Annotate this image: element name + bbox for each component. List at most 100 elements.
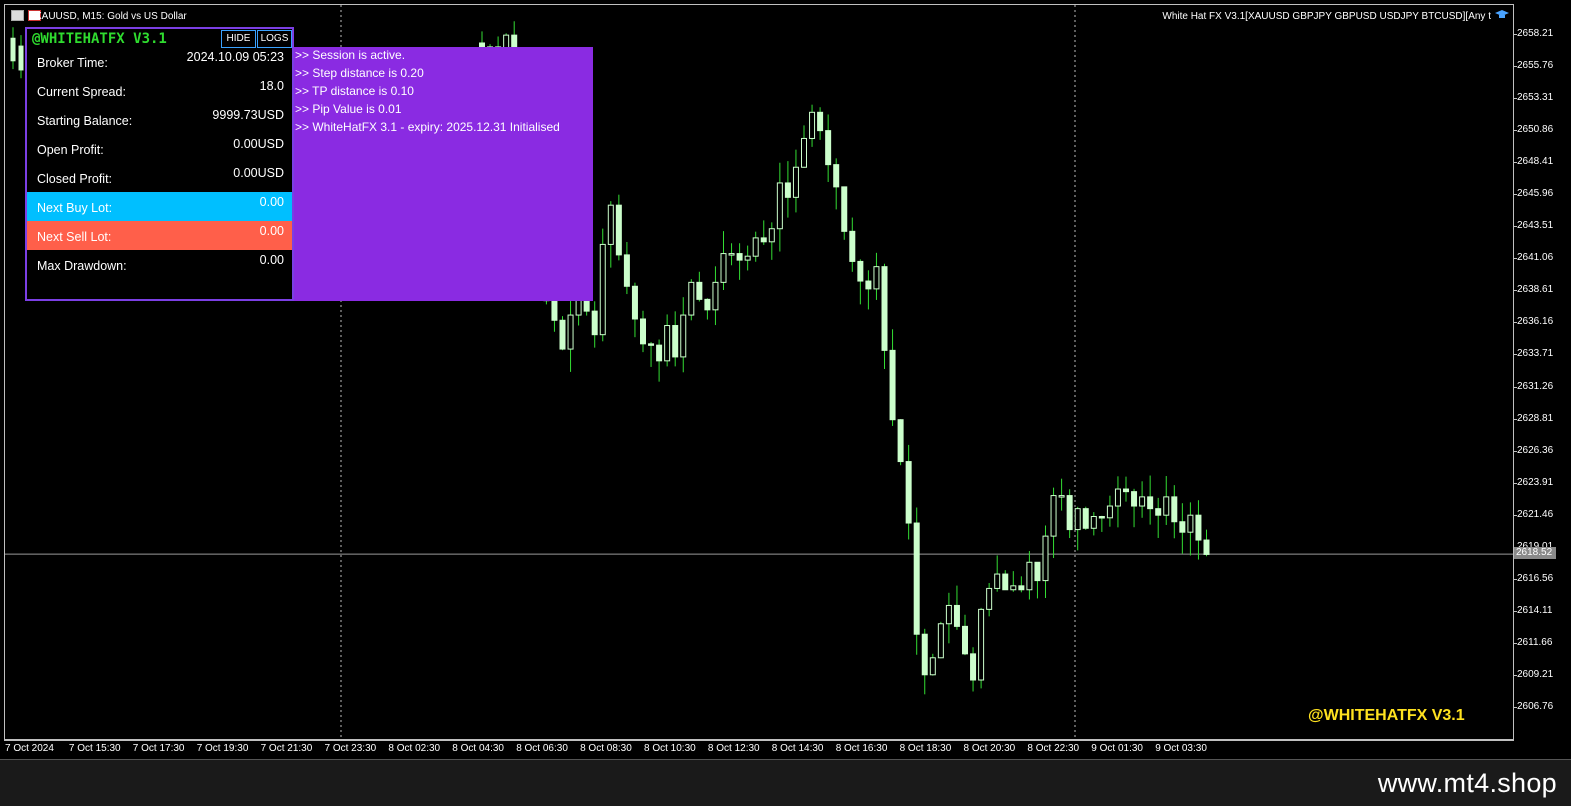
broker-time-value: 2024.10.09 05:23: [186, 50, 284, 64]
next-sell-lot-label: Next Sell Lot:: [37, 230, 112, 244]
candle-body: [712, 281, 719, 311]
open-profit-value: 0.00USD: [233, 137, 284, 151]
candle-body: [688, 281, 695, 316]
price-tick-label: 2631.26: [1517, 380, 1554, 392]
candle-body: [752, 237, 759, 257]
candle-body: [591, 310, 598, 336]
candle-body: [1090, 515, 1097, 529]
time-tick-label: 8 Oct 10:30: [644, 743, 696, 754]
candle-body: [1058, 495, 1065, 498]
candle-body: [640, 318, 646, 345]
price-tick-label: 2636.16: [1517, 316, 1554, 328]
candle-body: [889, 349, 896, 421]
candle-body: [929, 657, 936, 676]
candle-body: [607, 204, 614, 245]
price-tick-label: 2653.31: [1517, 92, 1554, 104]
time-tick-label: 8 Oct 18:30: [899, 743, 952, 754]
price-tick-label: 2643.51: [1517, 220, 1554, 232]
time-tick-label: 8 Oct 22:30: [1027, 743, 1080, 754]
footer-site-url[interactable]: www.mt4.shop: [1378, 768, 1557, 799]
candle-body: [1123, 488, 1129, 493]
log-line: >> TP distance is 0.10: [295, 84, 414, 98]
next-sell-lot-value: 0.00: [259, 224, 284, 238]
starting-balance-label: Starting Balance:: [37, 114, 133, 128]
time-tick-label: 8 Oct 20:30: [963, 743, 1016, 754]
candle-body: [672, 325, 679, 358]
candle-body: [720, 253, 727, 283]
candle-body: [801, 137, 807, 168]
candle-body: [1131, 491, 1138, 507]
time-tick-label: 9 Oct 03:30: [1155, 743, 1207, 754]
candle-body: [1098, 515, 1105, 519]
starting-balance-row: Starting Balance: 9999.73USD: [27, 105, 292, 134]
candle-body: [1147, 496, 1154, 510]
candle-body: [599, 243, 606, 336]
candle-body: [953, 604, 960, 627]
price-tick-label: 2648.41: [1517, 156, 1554, 168]
hide-button[interactable]: HIDE: [221, 30, 256, 48]
candle-body: [10, 37, 16, 62]
candle-body: [1179, 521, 1186, 533]
time-tick-label: 8 Oct 16:30: [835, 743, 888, 754]
candle-body: [648, 343, 655, 346]
candle-body: [664, 325, 671, 362]
candle-body: [1042, 535, 1049, 582]
candle-body: [680, 314, 687, 358]
candle-body: [696, 281, 703, 300]
candle-body: [768, 228, 775, 243]
candle-body: [825, 130, 832, 166]
time-tick-label: 7 Oct 19:30: [196, 743, 249, 754]
next-buy-lot-row: Next Buy Lot: 0.00: [27, 192, 292, 221]
candle-body: [1018, 585, 1025, 591]
time-tick-label: 8 Oct 06:30: [516, 743, 568, 754]
candle-body: [849, 230, 856, 262]
candle-body: [978, 608, 985, 681]
max-drawdown-row: Max Drawdown: 0.00: [27, 250, 292, 279]
max-drawdown-value: 0.00: [259, 253, 284, 267]
candle-body: [1010, 585, 1017, 591]
candle-body: [1002, 573, 1009, 591]
next-buy-lot-value: 0.00: [259, 195, 284, 209]
candle-body: [1187, 514, 1194, 533]
open-profit-row: Open Profit: 0.00USD: [27, 134, 292, 163]
price-axis[interactable]: 2658.21 2655.76 2653.31 2650.86 2648.41 2645.…: [1514, 4, 1571, 740]
log-line: >> Session is active.: [295, 48, 406, 62]
candle-body: [1050, 495, 1057, 537]
logs-button[interactable]: LOGS: [257, 30, 292, 48]
candle-body: [744, 255, 751, 261]
candle-body: [736, 253, 743, 261]
price-tick-label: 2616.56: [1517, 572, 1554, 584]
candle-body: [1026, 561, 1033, 591]
log-line: >> Step distance is 0.20: [295, 66, 424, 80]
candle-body: [841, 186, 848, 232]
current-spread-row: Current Spread: 18.0: [27, 76, 292, 105]
candle-body: [615, 204, 622, 256]
candle-body: [704, 298, 711, 311]
log-line: >> WhiteHatFX 3.1 - expiry: 2025.12.31 I…: [295, 120, 560, 134]
price-tick-label: 2638.61: [1517, 284, 1554, 296]
current-spread-value: 18.0: [259, 79, 284, 93]
candle-body: [551, 300, 558, 321]
candle-body: [559, 319, 566, 350]
watermark-brand: @WHITEHATFX V3.1: [1308, 707, 1465, 724]
candle-body: [1082, 508, 1089, 529]
candle-body: [962, 625, 968, 655]
graduation-cap-icon[interactable]: [1495, 9, 1509, 21]
menu-icon[interactable]: [11, 10, 24, 21]
candle-body: [921, 633, 928, 676]
price-tick-label: 2623.91: [1517, 476, 1554, 488]
footer-bar: www.mt4.shop: [0, 759, 1571, 806]
price-tick-label: 2645.96: [1517, 188, 1554, 200]
price-tick-label: 2658.21: [1517, 28, 1554, 39]
current-spread-label: Current Spread:: [37, 85, 126, 99]
price-tick-label: 2614.11: [1517, 604, 1553, 616]
price-tick-label: 2650.86: [1517, 124, 1554, 136]
closed-profit-row: Closed Profit: 0.00USD: [27, 163, 292, 192]
candle-body: [760, 237, 767, 243]
time-tick-label: 8 Oct 02:30: [388, 743, 441, 754]
next-sell-lot-row: Next Sell Lot: 0.00: [27, 221, 292, 250]
candle-body: [937, 623, 944, 659]
time-axis[interactable]: 7 Oct 2024 7 Oct 15:30 7 Oct 17:30 7 Oct 19…: [4, 740, 1514, 758]
time-tick-label: 7 Oct 17:30: [132, 743, 185, 754]
time-tick-label: 8 Oct 08:30: [580, 743, 632, 754]
